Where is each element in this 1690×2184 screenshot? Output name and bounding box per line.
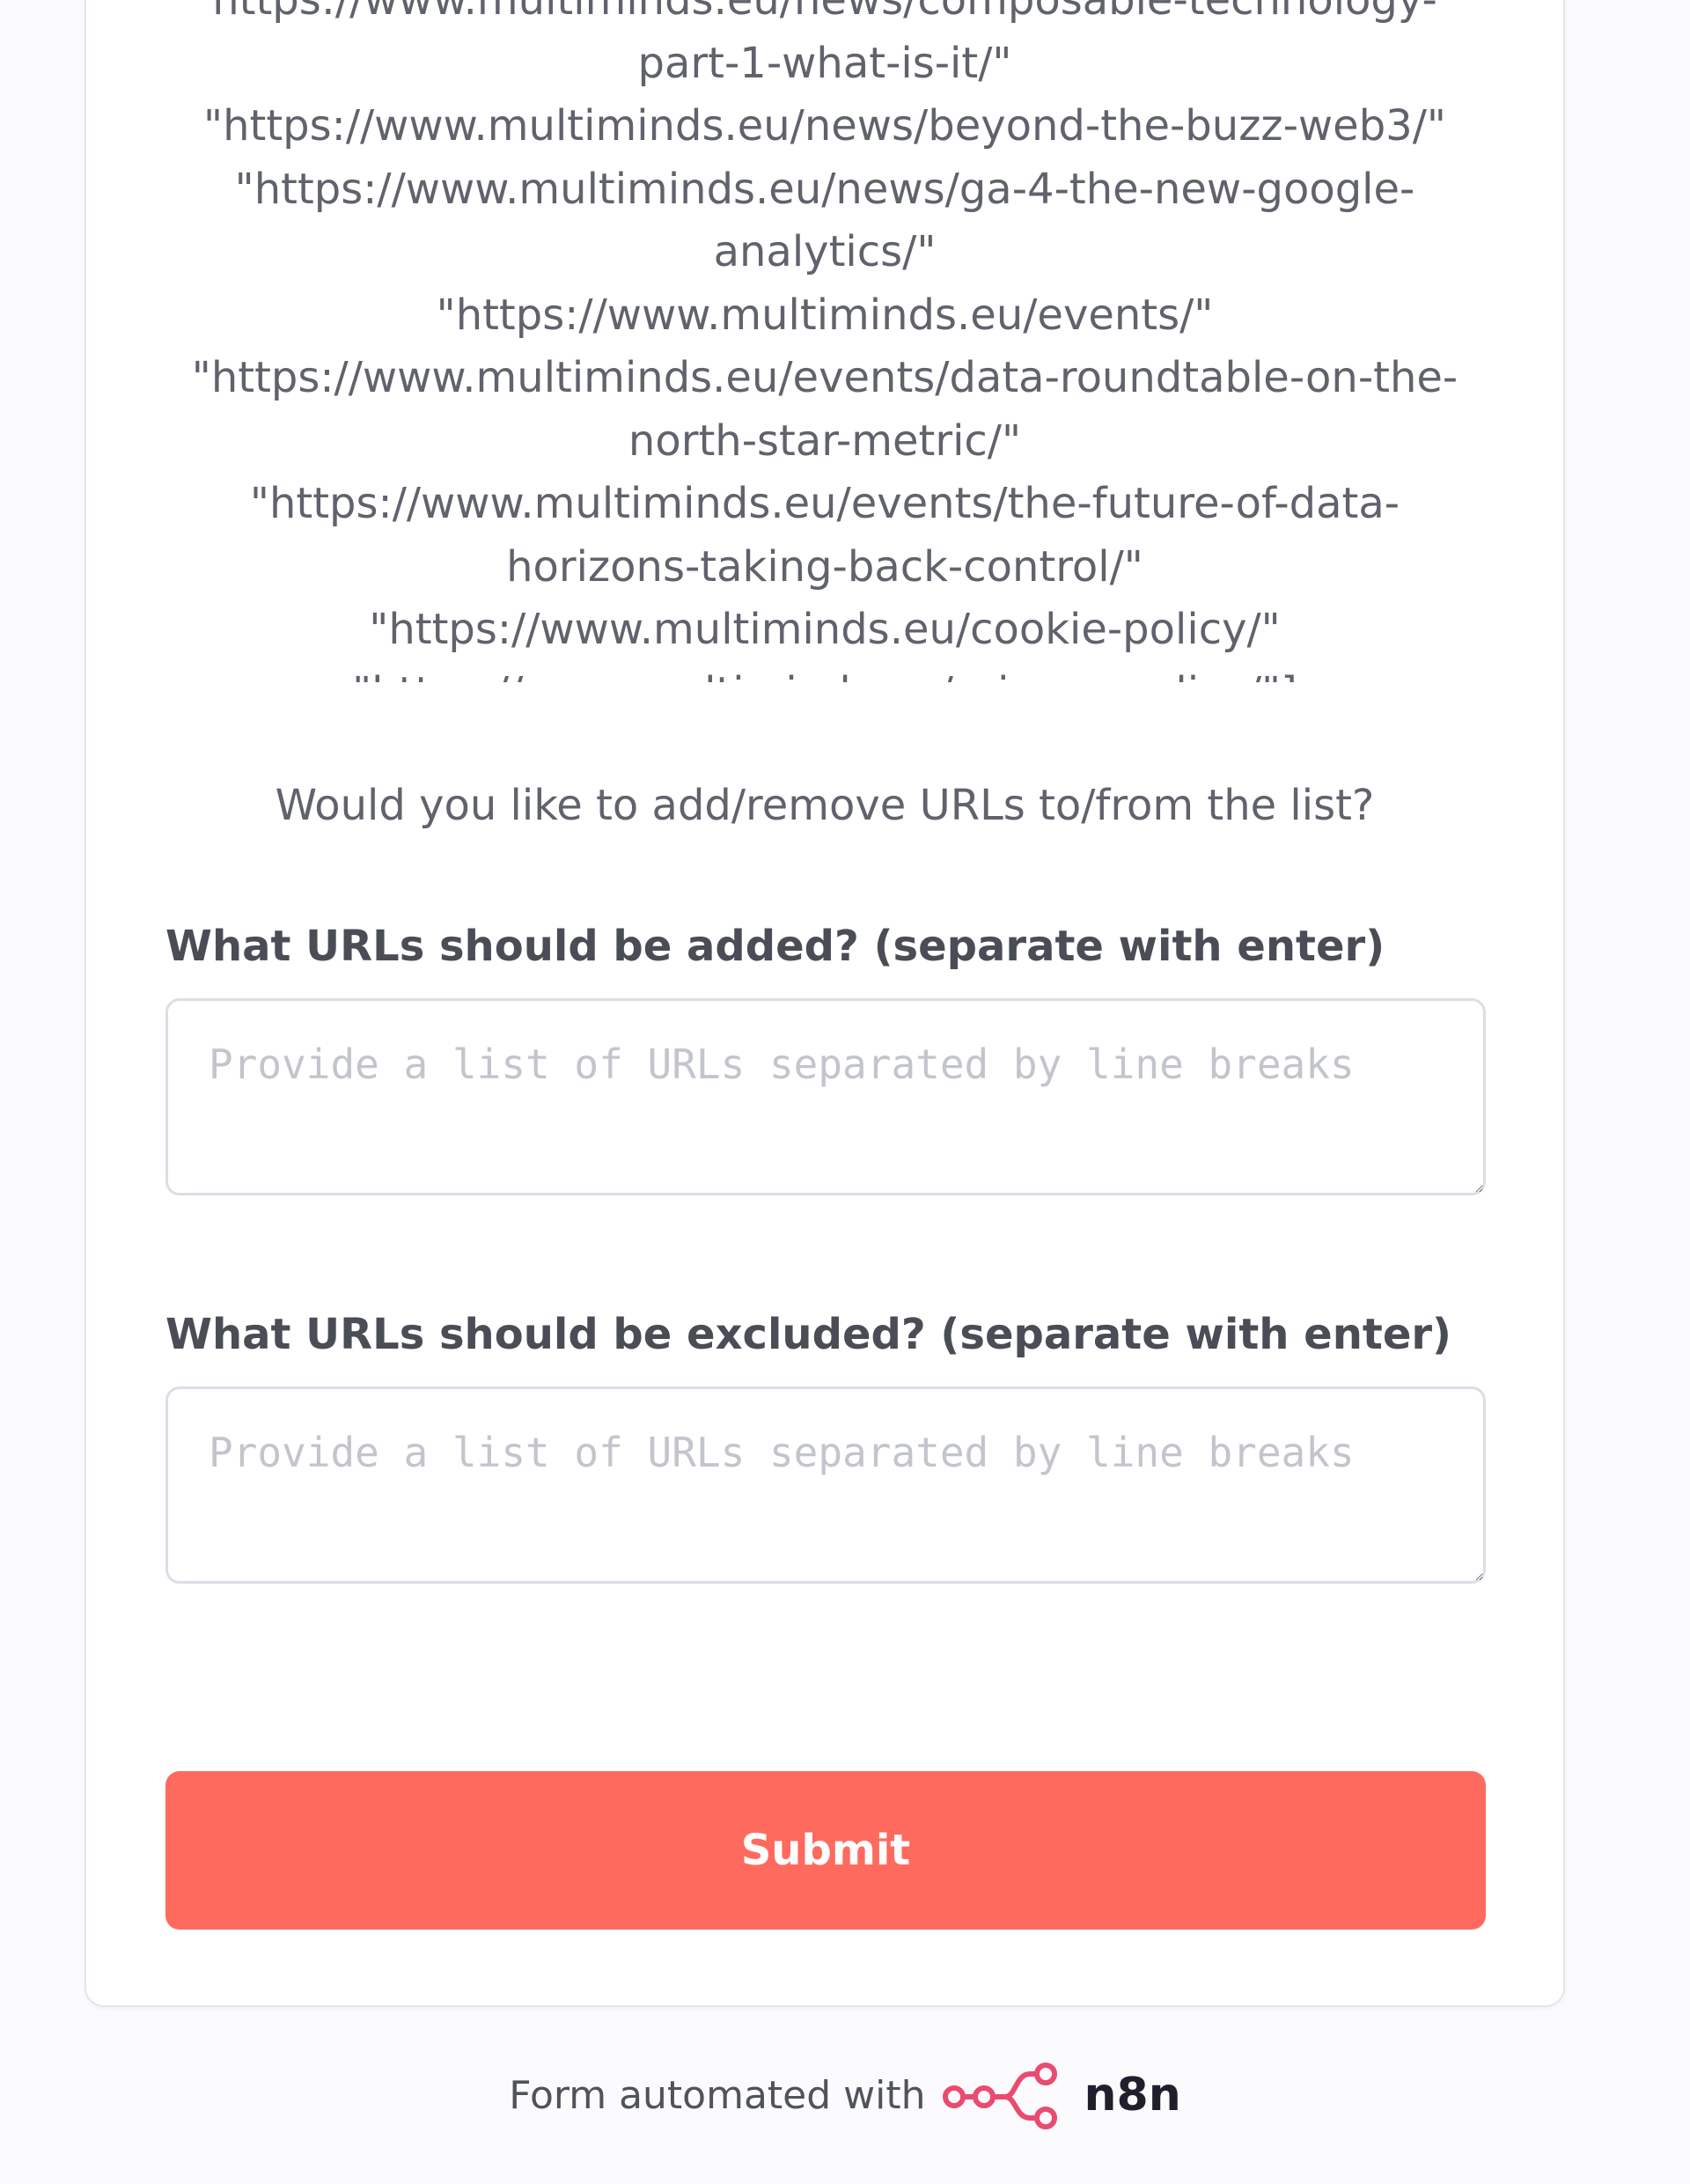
url-line: "https://www.multiminds.eu/news/beyond-t… bbox=[203, 101, 1446, 151]
add-urls-label: What URLs should be added? (separate wit… bbox=[165, 922, 1385, 971]
url-line: "https://www.multiminds.eu/events/" bbox=[436, 290, 1214, 340]
url-line: "https://www.multiminds.eu/cookie-policy… bbox=[369, 605, 1281, 654]
url-line: https://www.multiminds.eu/news/composabl… bbox=[212, 0, 1437, 25]
url-line: "https://www.multiminds.eu/news/ga-4-the… bbox=[234, 164, 1415, 214]
url-list: https://www.multiminds.eu/news/composabl… bbox=[169, 0, 1481, 682]
exclude-urls-label: What URLs should be excluded? (separate … bbox=[165, 1310, 1451, 1359]
url-line: "https://www.multiminds.eu/events/the-fu… bbox=[249, 479, 1400, 528]
add-urls-textarea[interactable] bbox=[165, 998, 1486, 1195]
n8n-logo-icon bbox=[942, 2060, 1074, 2130]
footer-text: Form automated with bbox=[509, 2072, 926, 2118]
url-line: horizons-taking-back-control/" bbox=[506, 541, 1143, 592]
url-line: north-star-metric/" bbox=[628, 415, 1022, 466]
footer: Form automated with n8n bbox=[0, 2060, 1690, 2130]
url-line: "https://www.multiminds.eu/privacy-polic… bbox=[169, 662, 1481, 683]
url-line: analytics/" bbox=[713, 227, 937, 276]
url-line: part-1-what-is-it/" bbox=[637, 38, 1012, 88]
n8n-link[interactable]: n8n bbox=[942, 2060, 1181, 2130]
url-line: "https://www.multiminds.eu/events/data-r… bbox=[191, 353, 1459, 402]
n8n-wordmark: n8n bbox=[1084, 2069, 1181, 2121]
submit-button[interactable]: Submit bbox=[165, 1771, 1486, 1930]
form-question: Would you like to add/remove URLs to/fro… bbox=[275, 781, 1375, 830]
exclude-urls-textarea[interactable] bbox=[165, 1386, 1486, 1584]
